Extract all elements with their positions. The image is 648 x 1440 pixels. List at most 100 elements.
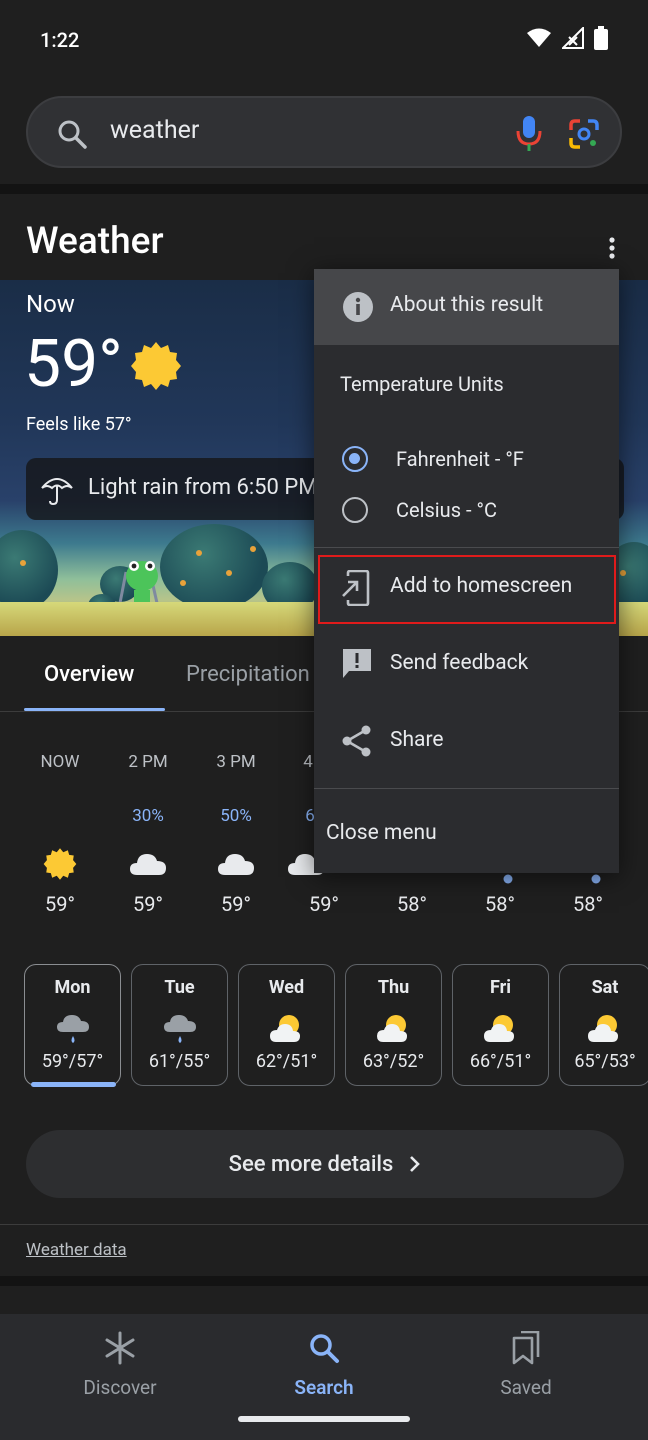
fahrenheit-label: Fahrenheit - °F xyxy=(396,447,524,471)
rain-cloud-icon xyxy=(25,1009,120,1049)
day-temp: 65°/53° xyxy=(574,1051,636,1072)
divider xyxy=(0,1224,648,1225)
hour-temp: 59° xyxy=(45,892,75,916)
share-item[interactable]: Share xyxy=(314,708,619,776)
celsius-option[interactable]: Celsius - °C xyxy=(342,497,497,523)
day-temp: 62°/51° xyxy=(255,1051,318,1072)
nav-discover[interactable]: Discover xyxy=(50,1328,190,1399)
day-name: Wed xyxy=(268,977,305,998)
share-label: Share xyxy=(390,728,444,752)
search-icon xyxy=(58,120,87,149)
tab-precipitation[interactable]: Precipitation xyxy=(186,662,310,687)
signal-icon xyxy=(562,27,584,49)
asterisk-icon xyxy=(50,1328,190,1368)
hour-temp: 58° xyxy=(397,892,427,916)
day-card-thu[interactable]: Thu 63°/52° xyxy=(345,964,442,1086)
celsius-label: Celsius - °C xyxy=(396,498,497,522)
current-temperature: 59° xyxy=(24,326,123,403)
precip-chance: 50% xyxy=(220,806,252,826)
see-more-details-button[interactable]: See more details xyxy=(26,1130,624,1198)
saved-icon xyxy=(456,1328,596,1368)
home-indicator[interactable] xyxy=(238,1416,410,1422)
info-icon xyxy=(343,292,373,322)
cloud-icon xyxy=(196,846,276,882)
send-feedback-label: Send feedback xyxy=(390,651,529,675)
send-feedback-item[interactable]: Send feedback xyxy=(314,631,619,699)
precip-dot-icon xyxy=(556,872,636,886)
hour-temp: 59° xyxy=(221,892,251,916)
nav-search[interactable]: Search xyxy=(254,1328,394,1399)
search-bar[interactable]: weather xyxy=(26,96,622,168)
day-card-mon[interactable]: Mon 59°/57° xyxy=(24,964,121,1087)
precip-chance: 30% xyxy=(132,806,164,826)
nav-label: Saved xyxy=(500,1376,552,1399)
section-divider xyxy=(0,184,648,194)
day-temp: 63°/52° xyxy=(362,1051,425,1072)
now-label: Now xyxy=(26,290,75,318)
hour-label: 2 PM xyxy=(128,752,168,772)
hour-temp: 58° xyxy=(573,892,603,916)
weather-data-link[interactable]: Weather data xyxy=(26,1240,127,1260)
day-name: Mon xyxy=(54,977,91,998)
status-time: 1:22 xyxy=(40,28,80,52)
nav-saved[interactable]: Saved xyxy=(456,1328,596,1399)
see-more-details-label: See more details xyxy=(228,1151,394,1177)
feedback-icon xyxy=(343,649,371,678)
hour-label: 3 PM xyxy=(216,752,256,772)
day-card-tue[interactable]: Tue 61°/55° xyxy=(131,964,228,1086)
day-name: Tue xyxy=(164,977,195,998)
hour-label: NOW xyxy=(40,752,80,772)
day-card-fri[interactable]: Fri 66°/51° xyxy=(452,964,549,1086)
hour-temp: 58° xyxy=(485,892,515,916)
partly-sunny-icon xyxy=(560,1009,648,1049)
fahrenheit-option[interactable]: Fahrenheit - °F xyxy=(342,446,524,472)
highlight-box xyxy=(318,555,616,624)
day-card-sat[interactable]: Sat 65°/53° xyxy=(559,964,648,1086)
day-name: Fri xyxy=(489,977,511,998)
close-menu-item[interactable]: Close menu xyxy=(326,821,437,845)
about-this-result-label: About this result xyxy=(390,293,544,317)
day-card-wed[interactable]: Wed 62°/51° xyxy=(238,964,335,1086)
day-temp: 66°/51° xyxy=(469,1051,532,1072)
weather-title: Weather xyxy=(26,220,164,263)
search-icon xyxy=(254,1328,394,1368)
temperature-units-title: Temperature Units xyxy=(340,372,504,396)
more-options-icon[interactable] xyxy=(606,236,618,260)
fahrenheit-radio[interactable] xyxy=(342,446,368,472)
day-name: Thu xyxy=(377,977,410,998)
menu-divider xyxy=(314,547,619,548)
search-input[interactable]: weather xyxy=(110,116,199,145)
selected-day-indicator xyxy=(31,1082,116,1087)
partly-sunny-icon xyxy=(346,1009,441,1049)
celsius-radio[interactable] xyxy=(342,497,368,523)
mic-icon[interactable] xyxy=(514,114,544,152)
lens-icon[interactable] xyxy=(568,118,600,150)
partly-sunny-icon xyxy=(239,1009,334,1049)
day-name: Sat xyxy=(591,977,619,998)
rain-notice-text: Light rain from 6:50 PM xyxy=(88,475,318,500)
cloud-icon xyxy=(108,846,188,882)
nav-label: Discover xyxy=(83,1376,157,1399)
rain-cloud-icon xyxy=(132,1009,227,1049)
status-bar: 1:22 xyxy=(0,0,648,80)
tab-overview[interactable]: Overview xyxy=(44,662,134,687)
precip-dot-icon xyxy=(468,872,548,886)
section-divider xyxy=(0,1276,648,1286)
day-temp: 61°/55° xyxy=(148,1051,211,1072)
sun-icon xyxy=(20,846,100,882)
hour-temp: 59° xyxy=(309,892,339,916)
day-temp: 59°/57° xyxy=(41,1051,104,1072)
nav-label: Search xyxy=(294,1376,354,1399)
hour-temp: 59° xyxy=(133,892,163,916)
umbrella-icon xyxy=(41,478,73,506)
feels-like: Feels like 57° xyxy=(26,414,132,435)
battery-icon xyxy=(594,26,608,50)
share-icon xyxy=(342,725,371,757)
chevron-right-icon xyxy=(410,1156,421,1172)
about-this-result-item[interactable]: About this result xyxy=(314,269,619,345)
tab-indicator xyxy=(24,708,165,711)
status-icons xyxy=(526,26,608,50)
wifi-icon xyxy=(527,28,551,47)
menu-divider xyxy=(314,788,619,789)
sun-icon xyxy=(131,342,181,390)
